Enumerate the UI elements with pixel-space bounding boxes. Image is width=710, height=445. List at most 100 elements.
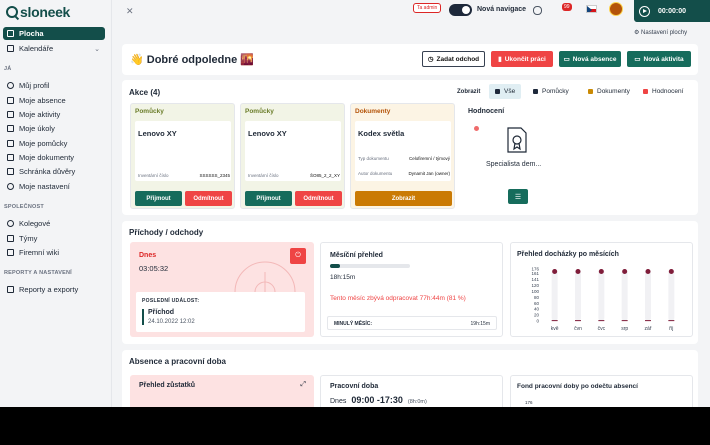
filter-color-icon	[533, 89, 538, 94]
inventory-value: SSSSSS_2345	[199, 173, 230, 178]
filter-tools[interactable]: Pomůcky	[527, 84, 575, 99]
sidebar-item-trust-box[interactable]: Schránka důvěry	[3, 165, 105, 178]
absence-icon: ▭	[563, 56, 570, 63]
work-timer[interactable]: 00:00:00	[634, 0, 710, 22]
expand-icon[interactable]: ⤢	[300, 381, 306, 389]
bar	[645, 320, 651, 322]
sidebar-item-kalendare[interactable]: Kalendáře ⌄	[3, 42, 105, 55]
gear-icon	[7, 183, 14, 190]
bar-cap	[575, 269, 581, 274]
action-category: Dokumenty	[355, 108, 391, 115]
inventory-key: Inventární číslo	[248, 173, 279, 178]
section-label-ja: JÁ	[4, 66, 12, 72]
button-label: Nová absence	[572, 55, 617, 63]
filter-evaluation[interactable]: Hodnocení	[637, 84, 689, 99]
y-tick-label: 60	[534, 301, 540, 306]
sidebar-item-activities[interactable]: Moje aktivity	[3, 108, 105, 121]
reject-button[interactable]: Odmítnout	[295, 191, 342, 206]
fund-panel: Fond pracovní doby po odečtu absencí 176	[510, 375, 693, 407]
action-card-tool-2: Pomůcky Lenovo XY Inventární číslo ŠO85_2…	[240, 103, 345, 209]
book-icon	[7, 249, 14, 256]
new-navigation-toggle[interactable]	[449, 4, 472, 16]
sidebar-item-tasks[interactable]: Moje úkoly	[3, 122, 105, 135]
absence-icon	[7, 97, 14, 104]
sidebar-item-plocha[interactable]: Plocha	[3, 27, 105, 40]
bar-track	[598, 269, 605, 321]
evaluation-open-button[interactable]: ☰	[508, 189, 528, 204]
balance-title: Přehled zůstatků	[139, 382, 196, 389]
worktime-range: 09:00 -17:30	[351, 395, 403, 405]
accept-button[interactable]: Přijmout	[245, 191, 292, 206]
sidebar-item-colleagues[interactable]: Kolegové	[3, 217, 105, 230]
x-tick-label: kvě	[551, 326, 559, 332]
y-tick-label: 80	[534, 295, 540, 300]
action-category: Pomůcky	[245, 108, 274, 115]
show-document-button[interactable]: Zobrazit	[355, 191, 452, 206]
play-icon[interactable]	[639, 5, 650, 17]
sidebar-item-reports[interactable]: Reporty a exporty	[3, 283, 105, 296]
bar-cap	[622, 269, 628, 274]
task-icon	[7, 125, 14, 132]
absence-title: Absence a pracovní doba	[129, 357, 226, 366]
balance-panel: Přehled zůstatků ⤢	[130, 375, 314, 407]
evaluation-title: Hodnocení	[468, 108, 505, 115]
worktime-panel: Pracovní doba Dnes 09:00 -17:30 (8h:0m)	[320, 375, 503, 407]
chart-icon	[7, 286, 14, 293]
y-tick-label: 20	[534, 313, 540, 318]
attendance-bar-chart: 020406080100120141161176 kvě čvn čvc srp zář ř…	[531, 267, 675, 332]
user-icon	[7, 82, 14, 89]
sidebar-item-wiki[interactable]: Firemní wiki	[3, 246, 105, 259]
activity-icon	[7, 111, 14, 118]
sidebar-item-profile[interactable]: Můj profil	[3, 79, 105, 92]
power-icon: ⏻	[295, 252, 301, 259]
worktime-day: Dnes	[330, 398, 347, 405]
chat-icon[interactable]	[533, 6, 542, 15]
bar-cap	[552, 269, 558, 274]
end-work-button[interactable]: ▮ Ukončit práci	[491, 51, 553, 67]
document-author-key: Autor dokumentu	[358, 171, 393, 176]
dashboard-settings-link[interactable]: ⚙ Nastavení plochy	[634, 29, 687, 36]
czech-flag-icon[interactable]	[586, 5, 597, 13]
new-activity-button[interactable]: ▭ Nová aktivita	[627, 51, 691, 67]
leave-button[interactable]: ◷ Zadat odchod	[422, 51, 485, 67]
sidebar-item-label: Moje úkoly	[19, 124, 55, 133]
logo[interactable]: sloneek	[6, 4, 70, 20]
stop-button[interactable]: ⏻	[290, 248, 306, 264]
sidebar-item-documents[interactable]: Moje dokumenty	[3, 151, 105, 164]
x-tick-label: srp	[621, 326, 628, 332]
filter-documents[interactable]: Dokumenty	[582, 84, 636, 99]
greeting-card: 👋 Dobré odpoledne 🌇 ◷ Zadat odchod ▮ Ukonč…	[122, 44, 698, 75]
filter-color-icon	[643, 89, 648, 94]
reject-button[interactable]: Odmítnout	[185, 191, 232, 206]
y-tick-label: 141	[531, 277, 539, 282]
filter-label-text: Vše	[504, 88, 516, 95]
sidebar-item-label: Schránka důvěry	[19, 167, 76, 176]
logo-icon	[6, 6, 18, 18]
filter-color-icon	[495, 89, 500, 94]
avatar[interactable]	[609, 2, 623, 16]
previous-month-value: 19h:15m	[470, 321, 490, 327]
filter-all[interactable]: Vše	[489, 84, 522, 99]
new-absence-button[interactable]: ▭ Nová absence	[559, 51, 621, 67]
sidebar-item-settings[interactable]: Moje nastavení	[3, 180, 105, 193]
accept-button[interactable]: Přijmout	[135, 191, 182, 206]
bar-track	[668, 269, 675, 321]
today-label: Dnes	[139, 252, 157, 259]
greeting-title: 👋 Dobré odpoledne 🌇	[130, 54, 254, 66]
x-tick-label: zář	[645, 326, 652, 332]
document-author-row: Autor dokumentu Dynamit Jan (owner)	[358, 171, 450, 176]
sidebar-item-teams[interactable]: Týmy	[3, 232, 105, 245]
app-root: sloneek Plocha Kalendáře ⌄ JÁ Můj profil…	[0, 0, 710, 407]
bar-track	[551, 269, 558, 321]
notification-badge[interactable]: 99	[562, 3, 572, 11]
sidebar-item-label: Kolegové	[19, 219, 51, 228]
last-event-label: POSLEDNÍ UDÁLOST:	[142, 298, 200, 304]
close-icon[interactable]: ✕	[126, 6, 134, 17]
inventory-row: Inventární číslo SSSSSS_2345	[138, 173, 230, 178]
attendance-card: Příchody / odchody Dnes 03:05:32 ⏻ POSLE…	[122, 221, 698, 344]
sidebar-item-absence[interactable]: Moje absence	[3, 94, 105, 107]
topbar: ✕ Ta admin Nová navigace 99 00:00:00 ⚙ N…	[112, 0, 710, 36]
sidebar-item-tools[interactable]: Moje pomůcky	[3, 137, 105, 150]
attendance-title: Příchody / odchody	[129, 228, 204, 237]
bar-track	[645, 269, 651, 321]
